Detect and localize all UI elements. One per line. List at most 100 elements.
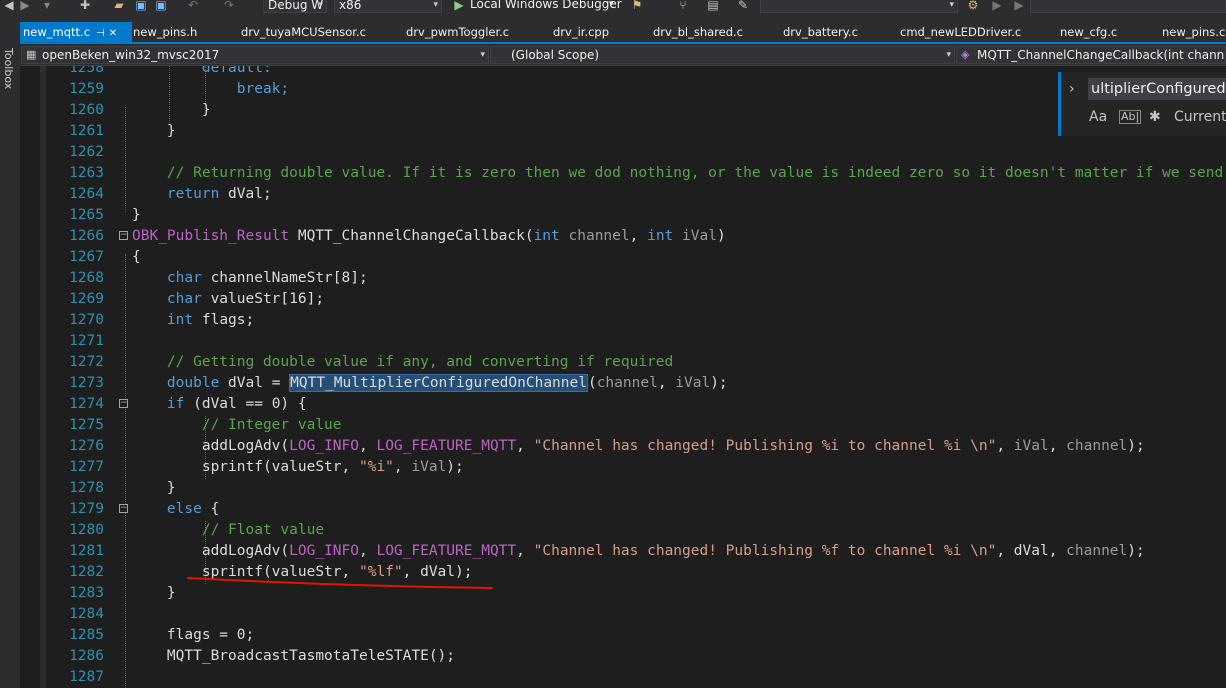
find-input[interactable]: ultiplierConfiguredOn [1088, 78, 1226, 100]
line-number: 1264 [69, 186, 104, 202]
scope-value: (Global Scope) [511, 48, 600, 62]
tab-label: new_pins.h [133, 25, 198, 39]
pin-icon[interactable]: ⊣ [96, 28, 105, 39]
tab-label: cmd_newLEDDriver.c [900, 25, 1022, 39]
tab-drv-tuyamcusensor-c[interactable]: drv_tuyaMCUSensor.c [241, 22, 366, 42]
tab-label: drv_tuyaMCUSensor.c [241, 25, 366, 39]
tab-drv-pwmtoggler-c[interactable]: drv_pwmToggler.c [406, 22, 509, 42]
save-all-icon[interactable]: ▣ [154, 0, 168, 12]
tab-drv-bl-shared-c[interactable]: drv_bl_shared.c [653, 22, 743, 42]
code-text: default: [201, 66, 272, 76]
code-line: 1261 } [20, 121, 1226, 142]
redo-icon[interactable]: ↷ [222, 0, 236, 12]
regex-icon[interactable]: ✱ [1149, 108, 1161, 126]
new-project-icon[interactable]: ✚ [78, 0, 92, 12]
tab-new-pins-c[interactable]: new_pins.c [1162, 22, 1225, 42]
code-text: } [166, 480, 176, 496]
project-dropdown[interactable]: ▦ openBeken_win32_mvsc2017 ▾ [21, 46, 489, 64]
chevron-down-icon: ▾ [946, 50, 951, 60]
tab-label: new_pins.c [1162, 25, 1226, 39]
code-text: double dVal = MQTT_MultiplierConfiguredO… [166, 374, 728, 392]
comment-icon[interactable]: ✎ [736, 0, 750, 12]
attach-icon[interactable]: ⚑ [630, 0, 644, 12]
close-icon[interactable]: ✕ [109, 28, 117, 39]
collapse-icon[interactable]: − [119, 504, 128, 513]
code-line: 1270 int flags; [20, 310, 1226, 331]
tab-drv-ir-cpp[interactable]: drv_ir.cpp [553, 22, 609, 42]
quick-launch-box[interactable] [1030, 0, 1226, 13]
toolbox-panel[interactable]: Toolbox [0, 22, 20, 688]
code-line: 1271 [20, 331, 1226, 352]
line-number: 1265 [69, 207, 104, 223]
code-text: if (dVal == 0) { [166, 396, 307, 412]
navigation-bar: ▦ openBeken_win32_mvsc2017 ▾ (Global Sco… [20, 44, 1226, 66]
match-case-toggle[interactable]: Aa [1089, 108, 1107, 126]
undo-icon[interactable]: ↶ [186, 0, 200, 12]
step-icon[interactable]: ▶ [990, 0, 1004, 12]
line-number: 1258 [69, 66, 104, 76]
back-icon[interactable]: ◀ [2, 0, 16, 12]
code-text: // Float value [201, 522, 325, 538]
code-text: addLogAdv(LOG_INFO, LOG_FEATURE_MQTT, "C… [201, 438, 1145, 454]
code-line: 1279 − else { [20, 499, 1226, 520]
line-number: 1266 [69, 228, 104, 244]
member-value: MQTT_ChannelChangeCallback(int channel, … [977, 48, 1225, 62]
project-value: openBeken_win32_mvsc2017 [42, 48, 220, 62]
line-number: 1268 [69, 270, 104, 286]
line-number: 1273 [69, 375, 104, 391]
tab-cmd-newleddriver-c[interactable]: cmd_newLEDDriver.c [900, 22, 1021, 42]
code-text: OBK_Publish_Result MQTT_ChannelChangeCal… [132, 228, 726, 244]
forward-icon[interactable]: ▶ [18, 0, 32, 12]
code-text: { [132, 249, 141, 265]
code-text: return dVal; [166, 186, 272, 202]
play-icon[interactable]: ▶ [452, 0, 466, 12]
branch-icon[interactable]: ⑂ [676, 0, 690, 12]
scope-dropdown[interactable]: (Global Scope) ▾ [490, 46, 955, 64]
tab-new-mqtt-c[interactable]: new_mqtt.c ⊣ ✕ [20, 22, 132, 42]
configuration-dropdown[interactable]: Debug W ▾ [263, 0, 327, 13]
save-icon[interactable]: ▣ [134, 0, 148, 12]
tab-drv-battery-c[interactable]: drv_battery.c [783, 22, 858, 42]
code-line: 1281 addLogAdv(LOG_INFO, LOG_FEATURE_MQT… [20, 541, 1226, 562]
whole-word-toggle[interactable]: Ab| [1119, 110, 1142, 124]
line-number: 1287 [69, 669, 104, 685]
collapse-icon[interactable]: − [119, 231, 128, 240]
code-line: 1265 } [20, 205, 1226, 226]
tab-label: drv_battery.c [783, 25, 858, 39]
code-text: addLogAdv(LOG_INFO, LOG_FEATURE_MQTT, "C… [201, 543, 1145, 559]
line-number: 1282 [69, 564, 104, 580]
tab-new-cfg-c[interactable]: new_cfg.c [1060, 22, 1117, 42]
search-scope[interactable]: Current [1174, 108, 1226, 126]
bookmark-icon[interactable]: ▤ [706, 0, 720, 12]
dropdown-icon[interactable]: ▾ [40, 0, 54, 12]
line-number: 1277 [69, 459, 104, 475]
platform-dropdown[interactable]: x86 ▾ [334, 0, 442, 13]
line-number: 1284 [69, 606, 104, 622]
debugger-chevron-icon[interactable]: ▾ [609, 0, 614, 12]
start-debugger-button[interactable]: Local Windows Debugger [470, 0, 622, 12]
tab-new-pins-h[interactable]: new_pins.h [133, 22, 197, 42]
continue-icon[interactable]: ▶ [1012, 0, 1026, 12]
tab-label: drv_ir.cpp [553, 25, 610, 39]
chevron-right-icon[interactable]: › [1069, 78, 1075, 100]
member-dropdown[interactable]: ◈ MQTT_ChannelChangeCallback(int channel… [956, 46, 1226, 64]
configuration-value: Debug W [268, 0, 324, 12]
collapse-icon[interactable]: − [119, 399, 128, 408]
debug-tools-icon[interactable]: ⚙ [966, 0, 980, 12]
tab-label: new_cfg.c [1060, 25, 1118, 39]
open-folder-icon[interactable]: ▰ [112, 0, 126, 12]
code-line: 1284 [20, 604, 1226, 625]
code-line: 1269 char valueStr[16]; [20, 289, 1226, 310]
line-number: 1271 [69, 333, 104, 349]
line-number: 1272 [69, 354, 104, 370]
toolbox-label[interactable]: Toolbox [2, 48, 15, 89]
code-editor[interactable]: 1258 default: 1259 break; 1260 } 1261 } … [20, 66, 1226, 688]
function-icon: ◈ [961, 48, 970, 61]
code-line: 1273 double dVal = MQTT_MultiplierConfig… [20, 373, 1226, 394]
code-line: 1275 // Integer value [20, 415, 1226, 436]
line-number: 1279 [69, 501, 104, 517]
main-toolbar: ◀ ▶ ▾ ✚ ▰ ▣ ▣ ↶ ↷ Debug W ▾ x86 ▾ ▶ Local … [0, 0, 1226, 22]
code-line: 1267 { [20, 247, 1226, 268]
line-number: 1269 [69, 291, 104, 307]
find-combo[interactable]: ▾ [760, 0, 958, 13]
